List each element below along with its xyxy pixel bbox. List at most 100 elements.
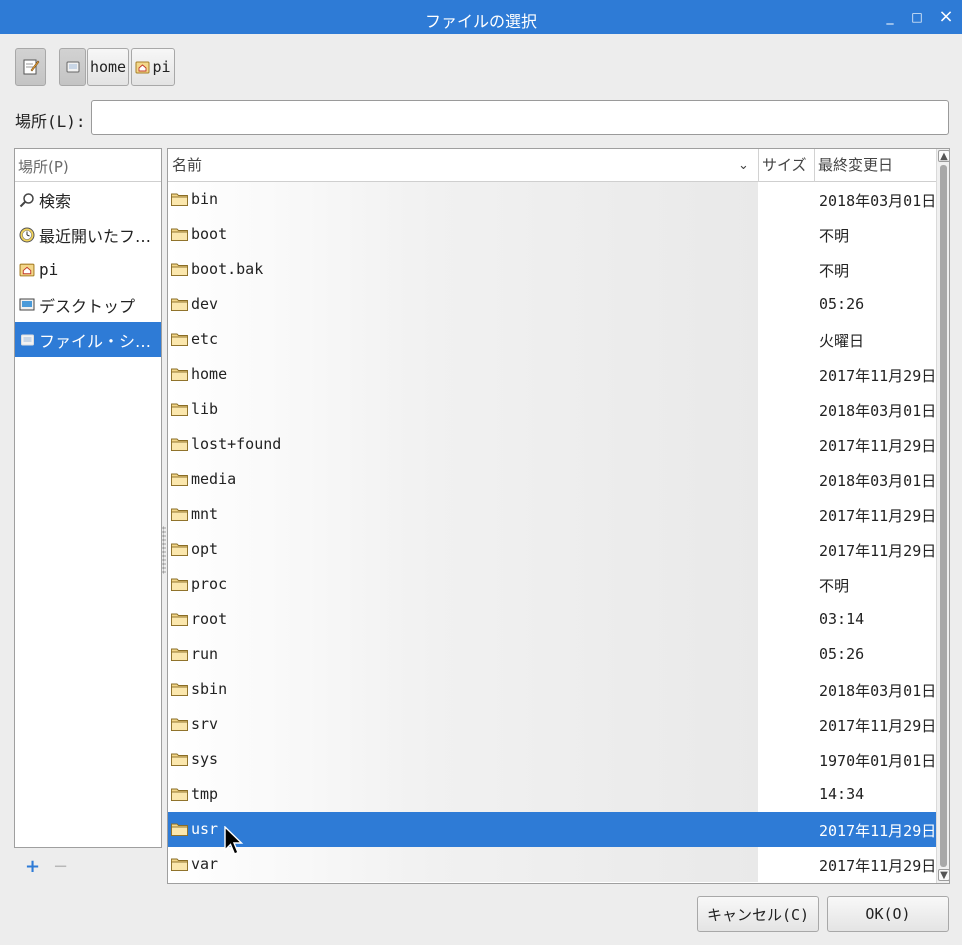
file-modified: 不明 — [819, 577, 850, 595]
scroll-down-arrow[interactable]: ▼ — [938, 869, 949, 881]
path-segment-root[interactable] — [59, 48, 86, 86]
window-title: ファイルの選択 — [424, 12, 537, 31]
table-row[interactable]: opt 2017年11月29日 — [168, 532, 936, 567]
file-name: sbin — [191, 680, 228, 698]
file-name: bin — [191, 190, 219, 208]
row-size-cell — [758, 777, 814, 812]
column-size-header[interactable]: サイズ — [762, 149, 807, 182]
table-row[interactable]: boot.bak 不明 — [168, 252, 936, 287]
table-row[interactable]: home 2017年11月29日 — [168, 357, 936, 392]
table-row[interactable]: proc 不明 — [168, 567, 936, 602]
table-row[interactable]: tmp 14:34 — [168, 777, 936, 812]
file-modified: 2018年03月01日 — [819, 472, 937, 490]
row-size-cell — [758, 707, 814, 742]
row-name-cell — [168, 847, 758, 882]
file-modified: 2018年03月01日 — [819, 682, 937, 700]
ok-button[interactable]: OK(O) — [827, 896, 949, 932]
row-name-cell — [168, 672, 758, 707]
table-row[interactable]: run 05:26 — [168, 637, 936, 672]
column-modified-header[interactable]: 最終変更日 — [818, 149, 893, 182]
file-name: tmp — [191, 785, 219, 803]
row-size-cell — [758, 182, 814, 217]
minimize-button[interactable]: _ — [879, 5, 901, 29]
path-segment-pi[interactable]: pi — [131, 48, 175, 86]
file-modified: 1970年01月01日 — [819, 752, 937, 770]
maximize-button[interactable]: □ — [906, 5, 928, 29]
folder-icon — [171, 718, 188, 731]
path-segment-home[interactable]: home — [87, 48, 129, 86]
row-size-cell — [758, 672, 814, 707]
table-row[interactable]: sbin 2018年03月01日 — [168, 672, 936, 707]
column-header: 名前 ⌄ サイズ 最終変更日 — [168, 149, 936, 182]
row-name-cell — [168, 777, 758, 812]
file-modified: 2017年11月29日 — [819, 367, 937, 385]
table-row[interactable]: usr 2017年11月29日 — [168, 812, 936, 847]
row-size-cell — [758, 322, 814, 357]
row-size-cell — [758, 287, 814, 322]
file-modified: 05:26 — [819, 295, 865, 313]
table-row[interactable]: etc 火曜日 — [168, 322, 936, 357]
pane-resize-handle[interactable] — [162, 526, 166, 574]
vertical-scrollbar[interactable]: ▲ ▼ — [936, 149, 949, 883]
places-item-home[interactable]: pi — [15, 252, 161, 287]
file-modified: 2017年11月29日 — [819, 507, 937, 525]
scrollbar-thumb[interactable] — [940, 165, 947, 867]
table-row[interactable]: srv 2017年11月29日 — [168, 707, 936, 742]
mouse-pointer-icon — [224, 826, 244, 855]
row-name-cell — [168, 532, 758, 567]
sort-chevron-down-icon: ⌄ — [738, 158, 749, 173]
row-name-cell — [168, 637, 758, 672]
places-item-desktop[interactable]: デスクトップ — [15, 287, 161, 322]
file-modified: 2017年11月29日 — [819, 857, 937, 875]
pencil-icon — [23, 59, 39, 75]
location-input[interactable] — [91, 100, 949, 135]
file-name: opt — [191, 540, 219, 558]
places-item-recent[interactable]: 最近開いたフ… — [15, 217, 161, 252]
column-divider[interactable] — [814, 149, 815, 182]
file-name: var — [191, 855, 219, 873]
table-row[interactable]: sys 1970年01月01日 — [168, 742, 936, 777]
remove-bookmark-button[interactable]: − — [53, 856, 68, 877]
row-name-cell — [168, 742, 758, 777]
cancel-button[interactable]: キャンセル(C) — [697, 896, 819, 932]
desktop-icon — [19, 297, 35, 313]
file-name: root — [191, 610, 228, 628]
file-name: srv — [191, 715, 219, 733]
file-modified: 2017年11月29日 — [819, 717, 937, 735]
file-name: usr — [191, 820, 219, 838]
edit-location-toggle[interactable] — [15, 48, 46, 86]
places-item-label: 検索 — [39, 191, 72, 211]
table-row[interactable]: boot 不明 — [168, 217, 936, 252]
table-row[interactable]: dev 05:26 — [168, 287, 936, 322]
places-item-search[interactable]: 検索 — [15, 182, 161, 217]
table-row[interactable]: var 2017年11月29日 — [168, 847, 936, 882]
home-folder-icon — [19, 262, 35, 278]
column-divider[interactable] — [758, 149, 759, 182]
folder-icon — [171, 368, 188, 381]
row-size-cell — [758, 392, 814, 427]
folder-icon — [171, 403, 188, 416]
table-row[interactable]: lost+found 2017年11月29日 — [168, 427, 936, 462]
file-name: run — [191, 645, 219, 663]
close-button[interactable]: × — [935, 5, 957, 29]
table-row[interactable]: mnt 2017年11月29日 — [168, 497, 936, 532]
folder-icon — [171, 263, 188, 276]
file-modified: 2017年11月29日 — [819, 542, 937, 560]
places-item-filesystem[interactable]: ファイル・シ… — [15, 322, 161, 357]
add-bookmark-button[interactable]: + — [25, 856, 40, 877]
places-header: 場所(P) — [15, 149, 161, 182]
file-name: proc — [191, 575, 228, 593]
table-row[interactable]: lib 2018年03月01日 — [168, 392, 936, 427]
row-name-cell — [168, 182, 758, 217]
table-row[interactable]: root 03:14 — [168, 602, 936, 637]
row-name-cell — [168, 322, 758, 357]
column-name-header[interactable]: 名前 — [172, 149, 202, 182]
table-row[interactable]: bin 2018年03月01日 — [168, 182, 936, 217]
row-name-cell — [168, 462, 758, 497]
table-row[interactable]: media 2018年03月01日 — [168, 462, 936, 497]
location-label: 場所(L): — [15, 112, 86, 131]
row-name-cell — [168, 812, 758, 847]
file-name: media — [191, 470, 237, 488]
places-item-label: デスクトップ — [39, 296, 136, 316]
scroll-up-arrow[interactable]: ▲ — [938, 150, 949, 162]
